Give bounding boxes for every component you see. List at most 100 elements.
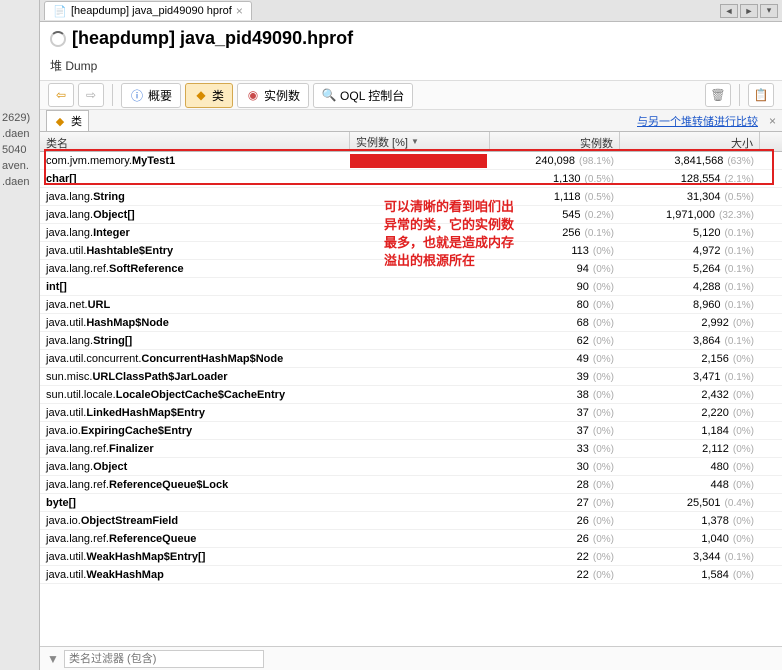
- close-icon[interactable]: ×: [769, 114, 776, 128]
- cell-bar: [350, 154, 490, 168]
- cell-classname: java.lang.Object: [40, 461, 350, 473]
- filter-input[interactable]: [64, 650, 264, 668]
- table-row[interactable]: java.lang.Integer256(0.1%)5,120(0.1%): [40, 224, 782, 242]
- table-row[interactable]: java.net.URL 80(0%)8,960(0.1%): [40, 296, 782, 314]
- compare-link[interactable]: 与另一个堆转储进行比较: [637, 113, 758, 129]
- table-body[interactable]: com.jvm.memory.MyTest1240,098(98.1%)3,84…: [40, 152, 782, 646]
- instance-icon: ◉: [246, 88, 260, 102]
- cell-size: 2,112(0%): [620, 443, 760, 455]
- cell-instances: 80(0%): [490, 299, 620, 311]
- tab-list-button[interactable]: ▾: [760, 4, 778, 18]
- table-row[interactable]: java.io.ExpiringCache$Entry37(0%)1,184(0…: [40, 422, 782, 440]
- trash-icon: 🗑: [710, 88, 725, 102]
- cell-instances: 26(0%): [490, 515, 620, 527]
- sub-tab-bar: ◆ 类 与另一个堆转储进行比较 ×: [40, 110, 782, 132]
- instances-button[interactable]: ◉实例数: [237, 83, 309, 108]
- cell-bar: [350, 550, 490, 564]
- cell-instances: 240,098(98.1%): [490, 155, 620, 167]
- table-row[interactable]: java.lang.String[]62(0%)3,864(0.1%): [40, 332, 782, 350]
- overview-button[interactable]: ⓘ概要: [121, 83, 181, 108]
- column-header-instances[interactable]: 实例数: [490, 132, 620, 151]
- outer-item: 2629): [0, 110, 39, 126]
- table-row[interactable]: java.lang.ref.Finalizer33(0%)2,112(0%): [40, 440, 782, 458]
- table-row[interactable]: java.util.HashMap$Node68(0%)2,992(0%): [40, 314, 782, 332]
- cell-bar: [350, 298, 490, 312]
- outer-sidebar: 2629) .daen 5040 aven. .daen: [0, 0, 40, 670]
- cell-size: 128,554(2.1%): [620, 173, 760, 185]
- export-button[interactable]: 📋: [748, 83, 774, 107]
- table-row[interactable]: java.lang.ref.ReferenceQueue$Lock28(0%)4…: [40, 476, 782, 494]
- toolbar: ⇦ ⇨ ⓘ概要 ◆类 ◉实例数 🔍OQL 控制台 🗑 📋: [40, 80, 782, 110]
- cell-bar: [350, 460, 490, 474]
- main-panel: 📄 [heapdump] java_pid49090 hprof × ◄ ► ▾…: [40, 0, 782, 670]
- table-row[interactable]: java.lang.ref.ReferenceQueue26(0%)1,040(…: [40, 530, 782, 548]
- file-icon: 📄: [53, 4, 67, 18]
- filter-icon: ▼: [46, 652, 60, 666]
- cell-size: 3,471(0.1%): [620, 371, 760, 383]
- table-row[interactable]: java.util.WeakHashMap22(0%)1,584(0%): [40, 566, 782, 584]
- editor-tab[interactable]: 📄 [heapdump] java_pid49090 hprof ×: [44, 1, 252, 20]
- cell-bar: [350, 370, 490, 384]
- editor-tab-bar: 📄 [heapdump] java_pid49090 hprof × ◄ ► ▾: [40, 0, 782, 22]
- column-header-pct[interactable]: 实例数 [%]▼: [350, 132, 490, 151]
- cell-size: 1,040(0%): [620, 533, 760, 545]
- oql-button[interactable]: 🔍OQL 控制台: [313, 83, 413, 108]
- table-row[interactable]: java.lang.String1,118(0.5%)31,304(0.5%): [40, 188, 782, 206]
- table-row[interactable]: java.util.LinkedHashMap$Entry37(0%)2,220…: [40, 404, 782, 422]
- cell-instances: 28(0%): [490, 479, 620, 491]
- filter-bar: ▼: [40, 646, 782, 670]
- button-label: 概要: [148, 87, 172, 104]
- class-icon: ◆: [53, 114, 67, 128]
- table-row[interactable]: sun.util.locale.LocaleObjectCache$CacheE…: [40, 386, 782, 404]
- cell-instances: 22(0%): [490, 551, 620, 563]
- table-row[interactable]: java.util.concurrent.ConcurrentHashMap$N…: [40, 350, 782, 368]
- table-row[interactable]: java.util.WeakHashMap$Entry[]22(0%)3,344…: [40, 548, 782, 566]
- cell-classname: java.util.concurrent.ConcurrentHashMap$N…: [40, 353, 350, 365]
- cell-classname: java.lang.Integer: [40, 227, 350, 239]
- cell-size: 2,220(0%): [620, 407, 760, 419]
- cell-classname: java.util.LinkedHashMap$Entry: [40, 407, 350, 419]
- table-row[interactable]: sun.misc.URLClassPath$JarLoader 39(0%)3,4…: [40, 368, 782, 386]
- tab-label: [heapdump] java_pid49090 hprof: [71, 5, 232, 17]
- gc-button[interactable]: 🗑: [705, 83, 731, 107]
- prev-tab-button[interactable]: ◄: [720, 4, 738, 18]
- cell-instances: 39(0%): [490, 371, 620, 383]
- table-row[interactable]: byte[]27(0%)25,501(0.4%): [40, 494, 782, 512]
- title-row: [heapdump] java_pid49090.hprof: [40, 22, 782, 55]
- table-row[interactable]: int[] 90(0%)4,288(0.1%): [40, 278, 782, 296]
- table-row[interactable]: java.lang.ref.SoftReference94(0%)5,264(0…: [40, 260, 782, 278]
- cell-size: 25,501(0.4%): [620, 497, 760, 509]
- cell-instances: 26(0%): [490, 533, 620, 545]
- cell-size: 4,288(0.1%): [620, 281, 760, 293]
- table-row[interactable]: char[]1,130(0.5%)128,554(2.1%): [40, 170, 782, 188]
- classes-button[interactable]: ◆类: [185, 83, 233, 108]
- table-row[interactable]: java.lang.Object30(0%)480(0%): [40, 458, 782, 476]
- cell-bar: [350, 208, 490, 222]
- column-header-size[interactable]: 大小: [620, 132, 760, 151]
- cell-classname: java.net.URL: [40, 299, 350, 311]
- sub-tab-classes[interactable]: ◆ 类: [46, 110, 89, 131]
- table-row[interactable]: com.jvm.memory.MyTest1240,098(98.1%)3,84…: [40, 152, 782, 170]
- oql-icon: 🔍: [322, 88, 336, 102]
- back-button[interactable]: ⇦: [48, 83, 74, 107]
- next-tab-button[interactable]: ►: [740, 4, 758, 18]
- cell-bar: [350, 514, 490, 528]
- cell-bar: [350, 316, 490, 330]
- forward-button[interactable]: ⇨: [78, 83, 104, 107]
- cell-bar: [350, 172, 490, 186]
- close-icon[interactable]: ×: [236, 4, 243, 18]
- cell-classname: int[]: [40, 281, 350, 293]
- cell-bar: [350, 406, 490, 420]
- cell-classname: char[]: [40, 173, 350, 185]
- tab-controls: ◄ ► ▾: [720, 4, 778, 18]
- table-row[interactable]: java.util.Hashtable$Entry113(0%)4,972(0.…: [40, 242, 782, 260]
- column-header-name[interactable]: 类名: [40, 132, 350, 151]
- cell-size: 1,584(0%): [620, 569, 760, 581]
- table-row[interactable]: java.io.ObjectStreamField26(0%)1,378(0%): [40, 512, 782, 530]
- cell-classname: java.util.Hashtable$Entry: [40, 245, 350, 257]
- cell-instances: 90(0%): [490, 281, 620, 293]
- cell-classname: sun.misc.URLClassPath$JarLoader: [40, 371, 350, 383]
- subtitle: 堆 Dump: [40, 55, 782, 80]
- cell-size: 8,960(0.1%): [620, 299, 760, 311]
- table-row[interactable]: java.lang.Object[]545(0.2%)1,971,000(32.…: [40, 206, 782, 224]
